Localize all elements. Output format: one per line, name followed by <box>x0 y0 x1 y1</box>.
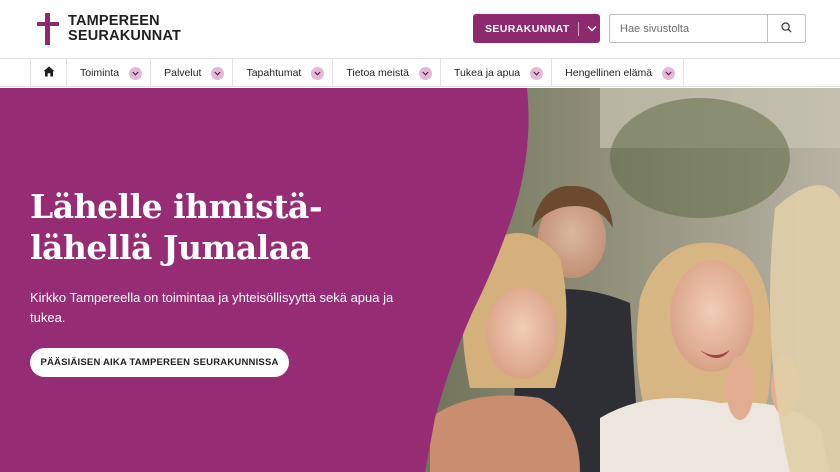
nav-item-label: Palvelut <box>164 67 202 79</box>
logo-line-1: TAMPEREEN <box>68 13 160 29</box>
nav-item-tapahtumat[interactable]: Tapahtumat <box>233 59 334 87</box>
logo-text: TAMPEREEN SEURAKUNNAT <box>68 14 181 44</box>
nav-item-tietoa-meista[interactable]: Tietoa meistä <box>333 59 441 87</box>
nav-item-label: Tukea ja apua <box>453 67 521 79</box>
chevron-down-icon[interactable] <box>211 66 225 80</box>
seurakunnat-label: SEURAKUNNAT <box>485 22 570 35</box>
home-icon <box>43 64 55 82</box>
nav-item-tukea-ja-apua[interactable]: Tukea ja apua <box>441 59 553 87</box>
site-logo[interactable]: TAMPEREEN SEURAKUNNAT <box>37 12 181 46</box>
hero-title-line-1: Lähelle ihmistä- <box>30 187 323 226</box>
seurakunnat-dropdown-button[interactable]: SEURAKUNNAT <box>473 14 600 43</box>
hero-title-line-2: lähellä Jumalaa <box>30 228 311 267</box>
nav-item-label: Toiminta <box>80 67 120 79</box>
logo-line-2: SEURAKUNNAT <box>68 28 182 44</box>
site-header: TAMPEREEN SEURAKUNNAT SEURAKUNNAT <box>0 0 840 58</box>
easter-cta-button[interactable]: PÄÄSIÄISEN AIKA TAMPEREEN SEURAKUNNISSA <box>30 348 289 377</box>
search-button[interactable] <box>767 15 805 42</box>
nav-item-toiminta[interactable]: Toiminta <box>67 59 152 87</box>
nav-item-label: Tietoa meistä <box>346 67 409 79</box>
chevron-down-icon[interactable] <box>311 66 325 80</box>
hero-text-panel <box>0 88 529 472</box>
nav-item-palvelut[interactable]: Palvelut <box>151 59 234 87</box>
chevron-down-icon[interactable] <box>530 66 544 80</box>
cross-icon <box>37 13 59 45</box>
chevron-down-icon[interactable] <box>662 66 676 80</box>
button-divider <box>577 21 579 36</box>
hero-title: Lähelle ihmistä- lähellä Jumalaa <box>30 186 360 268</box>
nav-item-hengellinen-elama[interactable]: Hengellinen elämä <box>552 59 685 87</box>
chevron-down-icon <box>587 25 597 32</box>
search-icon <box>781 20 792 38</box>
main-navigation: Toiminta Palvelut Tapahtumat Tietoa meis… <box>0 58 840 87</box>
hero-subtitle: Kirkko Tampereella on toimintaa ja yhtei… <box>30 290 394 325</box>
search-input[interactable] <box>610 15 767 42</box>
hero-section: Lähelle ihmistä- lähellä Jumalaa Kirkko … <box>0 88 840 472</box>
chevron-down-icon[interactable] <box>129 66 143 80</box>
nav-item-label: Tapahtumat <box>246 67 302 79</box>
search-box <box>609 14 806 43</box>
nav-home-link[interactable] <box>30 59 67 87</box>
chevron-down-icon[interactable] <box>418 66 432 80</box>
nav-item-label: Hengellinen elämä <box>565 67 653 79</box>
